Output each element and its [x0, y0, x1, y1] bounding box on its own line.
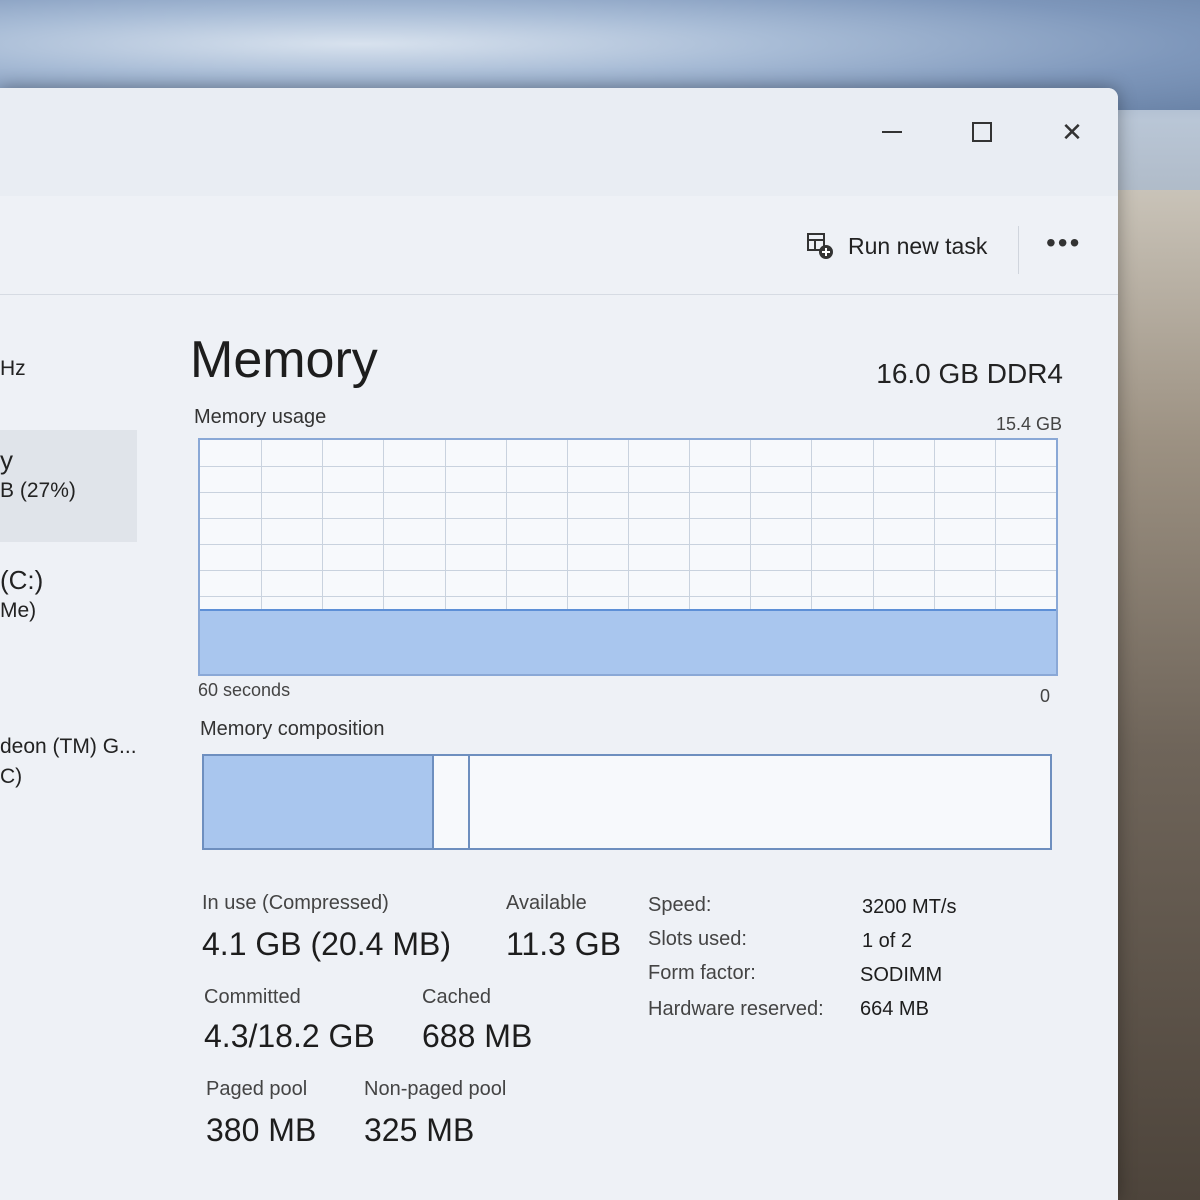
performance-sidebar: Hz y B (27%) (C:) Me) deon (TM) G... C)	[0, 294, 160, 1200]
sidebar-item-label: y	[0, 445, 13, 475]
speed-label: Speed:	[648, 894, 712, 916]
sidebar-item-label: (C:)	[0, 565, 44, 595]
available-value: 11.3 GB	[506, 926, 622, 962]
close-button[interactable]: ✕	[1052, 112, 1092, 152]
memory-composition-label: Memory composition	[200, 718, 385, 740]
title-bar: ✕	[0, 88, 1118, 196]
toolbar-separator	[1018, 226, 1019, 274]
task-manager-window: ✕ Run new task ••• Hz y B (27%) (C:) Me)…	[0, 88, 1118, 1200]
toolbar: Run new task •••	[0, 196, 1118, 295]
time-range-label: 60 seconds	[198, 680, 291, 700]
hardware-reserved-value: 664 MB	[860, 998, 929, 1020]
slots-used-label: Slots used:	[648, 928, 747, 950]
time-zero-label: 0	[1040, 686, 1051, 706]
form-factor-label: Form factor:	[648, 962, 756, 984]
page-title: Memory	[190, 331, 378, 389]
sidebar-item-sublabel: Hz	[0, 357, 26, 380]
more-options-button[interactable]: •••	[1046, 229, 1081, 257]
sidebar-item-disk[interactable]: (C:) Me)	[0, 564, 137, 626]
memory-usage-max: 15.4 GB	[995, 414, 1062, 434]
sidebar-item-label: deon (TM) G...	[0, 735, 137, 758]
form-factor-value: SODIMM	[860, 964, 943, 986]
minimize-icon	[882, 131, 902, 133]
available-label: Available	[506, 892, 587, 914]
desktop-wallpaper-rock	[1110, 190, 1200, 1200]
memory-spec: 16.0 GB DDR4	[876, 358, 1063, 389]
sidebar-item-sublabel: C)	[0, 765, 23, 788]
sidebar-item-memory[interactable]: y B (27%)	[0, 430, 137, 542]
memory-usage-label: Memory usage	[194, 406, 327, 428]
sidebar-item-sublabel: B (27%)	[0, 479, 76, 502]
speed-value: 3200 MT/s	[862, 896, 957, 918]
committed-label: Committed	[204, 986, 301, 1008]
memory-composition-bar	[202, 754, 1052, 850]
hardware-reserved-label: Hardware reserved:	[648, 998, 824, 1020]
maximize-icon	[972, 122, 992, 142]
memory-usage-fill	[200, 608, 1056, 674]
slots-used-value: 1 of 2	[862, 930, 913, 952]
cached-value: 688 MB	[422, 1018, 533, 1054]
committed-value: 4.3/18.2 GB	[204, 1018, 375, 1054]
sidebar-item-gpu[interactable]: deon (TM) G... C)	[0, 732, 137, 792]
composition-modified	[434, 756, 471, 848]
in-use-label: In use (Compressed)	[202, 892, 389, 914]
in-use-value: 4.1 GB (20.4 MB)	[202, 926, 451, 962]
non-paged-pool-label: Non-paged pool	[364, 1078, 507, 1100]
cached-label: Cached	[422, 986, 491, 1008]
composition-standby-free	[470, 756, 1050, 848]
sidebar-item-cpu[interactable]: Hz	[0, 354, 137, 384]
run-new-task-button[interactable]: Run new task	[806, 232, 987, 260]
more-icon: •••	[1046, 227, 1082, 258]
sidebar-item-sublabel: Me)	[0, 599, 37, 622]
non-paged-pool-value: 325 MB	[364, 1112, 475, 1148]
run-task-icon	[807, 233, 833, 259]
close-icon: ✕	[1061, 116, 1083, 147]
run-new-task-label: Run new task	[848, 232, 988, 259]
memory-panel: Memory 16.0 GB DDR4 Memory usage 15.4 GB…	[160, 294, 1118, 1200]
memory-usage-graph	[198, 438, 1058, 676]
minimize-button[interactable]	[872, 112, 912, 152]
maximize-button[interactable]	[962, 112, 1002, 152]
composition-in-use	[204, 756, 435, 848]
paged-pool-value: 380 MB	[206, 1112, 317, 1148]
paged-pool-label: Paged pool	[206, 1078, 308, 1100]
